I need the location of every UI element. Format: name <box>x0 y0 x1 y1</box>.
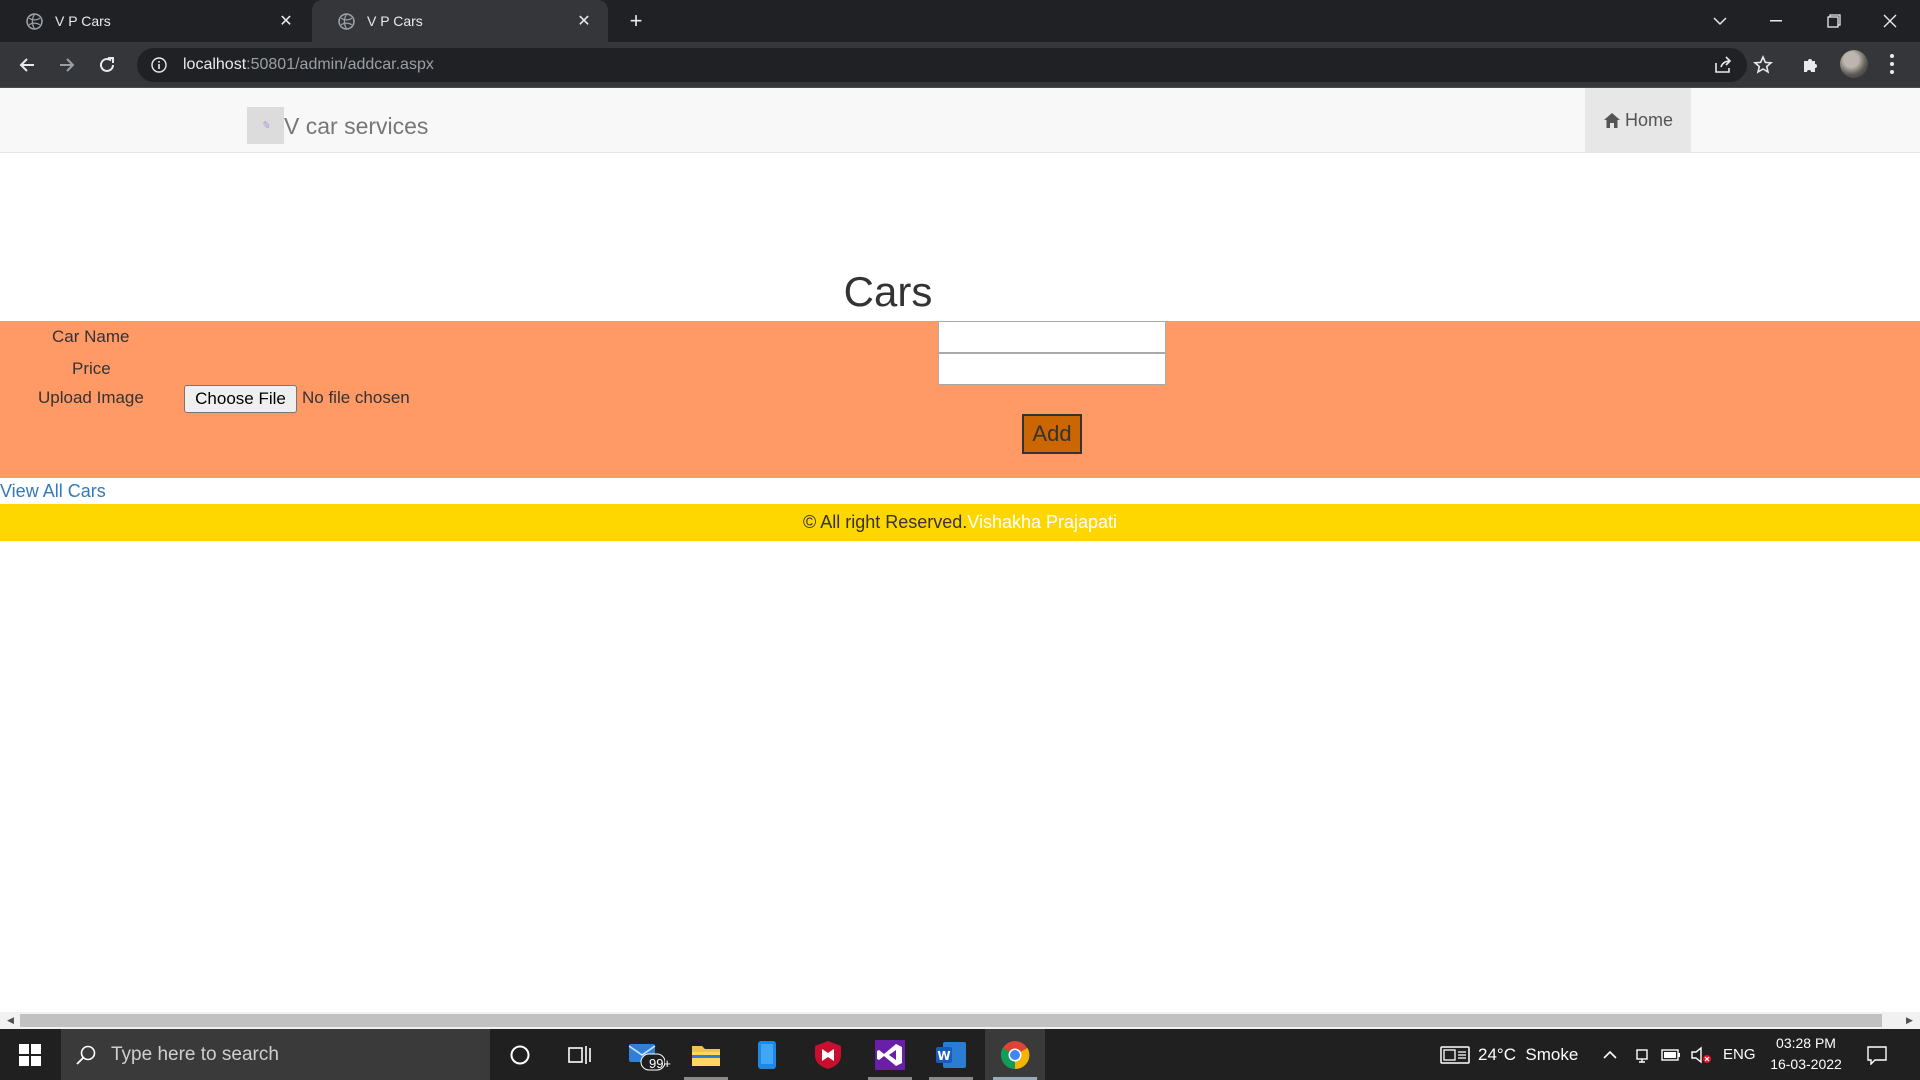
globe-icon <box>338 12 355 30</box>
price-input[interactable] <box>938 353 1166 385</box>
language-indicator[interactable]: ENG <box>1723 1029 1756 1080</box>
scroll-right-icon[interactable]: ▶ <box>1901 1012 1918 1029</box>
page-viewport: ✎ V car services Home Cars Car Name Pric… <box>0 88 1920 1012</box>
page-title: Cars <box>843 268 933 315</box>
forward-arrow-icon[interactable] <box>49 47 85 83</box>
horizontal-scrollbar[interactable]: ◀ ▶ <box>0 1012 1920 1029</box>
view-all-cars-link[interactable]: View All Cars <box>0 481 106 502</box>
visual-studio-icon[interactable] <box>860 1029 920 1080</box>
mail-icon[interactable]: 99+ <box>615 1029 675 1080</box>
close-window-icon[interactable] <box>1862 0 1918 42</box>
reload-icon[interactable] <box>89 47 125 83</box>
choose-file-button[interactable]: Choose File <box>184 385 297 413</box>
tab-title: V P Cars <box>55 13 111 29</box>
add-button[interactable]: Add <box>1022 414 1082 454</box>
url-text: localhost:50801/admin/addcar.aspx <box>183 56 434 74</box>
share-icon[interactable] <box>1709 51 1737 79</box>
weather-widget[interactable]: 24°C Smoke <box>1440 1029 1578 1080</box>
browser-toolbar: localhost:50801/admin/addcar.aspx <box>0 42 1920 88</box>
notifications-icon[interactable] <box>1866 1029 1888 1080</box>
mcafee-icon[interactable] <box>798 1029 858 1080</box>
chrome-icon[interactable] <box>985 1029 1045 1080</box>
browser-tab-bar: V P Cars ✕ V P Cars ✕ + <box>0 0 1920 42</box>
file-status-text: No file chosen <box>302 388 410 407</box>
new-tab-icon[interactable]: + <box>622 7 650 35</box>
svg-text:W: W <box>937 1049 950 1063</box>
upload-image-label: Upload Image <box>38 388 144 407</box>
brand-logo: ✎ <box>247 107 284 144</box>
brand-name: V car services <box>284 112 429 139</box>
profile-avatar[interactable] <box>1840 50 1868 78</box>
windows-start-icon[interactable] <box>0 1029 60 1080</box>
extensions-puzzle-icon[interactable] <box>1797 51 1825 79</box>
url-host: localhost <box>183 56 247 73</box>
network-icon[interactable] <box>1634 1029 1650 1080</box>
tray-overflow-icon[interactable] <box>1602 1029 1618 1080</box>
price-label: Price <box>72 359 111 378</box>
close-tab-icon[interactable]: ✕ <box>570 7 598 35</box>
add-car-form: Car Name Price Upload Image Choose File … <box>0 321 1920 478</box>
nav-home-link[interactable]: Home <box>1585 88 1691 152</box>
bookmark-star-icon[interactable] <box>1749 51 1777 79</box>
close-tab-icon[interactable]: ✕ <box>272 7 300 35</box>
home-icon <box>1603 112 1621 129</box>
site-footer: © All right Reserved.Vishakha Prajapati <box>0 504 1920 541</box>
task-view-icon[interactable] <box>550 1029 610 1080</box>
system-clock[interactable]: 03:28 PM 16-03-2022 <box>1762 1033 1850 1075</box>
volume-muted-icon[interactable] <box>1690 1029 1712 1080</box>
restore-icon[interactable] <box>1806 0 1862 42</box>
taskbar-search[interactable]: Type here to search <box>61 1029 490 1080</box>
mail-badge: 99+ <box>648 1056 672 1071</box>
footer-text: © All right Reserved.Vishakha Prajapati <box>0 512 1920 533</box>
minimize-icon[interactable] <box>1748 0 1804 42</box>
footer-copyright: © All right Reserved. <box>802 512 968 532</box>
battery-icon[interactable] <box>1661 1029 1681 1080</box>
address-bar[interactable]: localhost:50801/admin/addcar.aspx <box>137 48 1747 82</box>
footer-author: Vishakha Prajapati <box>967 512 1118 532</box>
browser-tab-active[interactable]: V P Cars ✕ <box>312 0 608 42</box>
tab-search-icon[interactable] <box>1692 0 1748 42</box>
globe-icon <box>26 12 43 30</box>
nav-home-label: Home <box>1624 109 1673 130</box>
browser-tab[interactable]: V P Cars ✕ <box>0 0 310 42</box>
car-name-input[interactable] <box>938 321 1166 353</box>
car-name-label: Car Name <box>52 327 130 346</box>
site-navbar: ✎ V car services Home <box>0 88 1920 153</box>
clock-time: 03:28 PM <box>1776 1035 1836 1051</box>
file-explorer-icon[interactable] <box>676 1029 736 1080</box>
tab-title: V P Cars <box>367 13 423 29</box>
browser-menu-icon[interactable] <box>1880 51 1904 77</box>
weather-text: 24°C Smoke <box>1478 1044 1579 1064</box>
phone-app-icon[interactable] <box>737 1029 797 1080</box>
cortana-icon[interactable] <box>490 1029 550 1080</box>
windows-taskbar: Type here to search 99+ W 24°C Smoke ENG… <box>0 1029 1920 1080</box>
brand-link[interactable]: ✎ V car services <box>247 107 428 144</box>
back-arrow-icon[interactable] <box>9 47 45 83</box>
weather-icon <box>1440 1045 1470 1065</box>
site-info-icon[interactable] <box>149 55 169 75</box>
word-icon[interactable]: W <box>921 1029 981 1080</box>
search-icon <box>75 1044 99 1066</box>
url-path: :50801/admin/addcar.aspx <box>246 56 434 73</box>
search-placeholder: Type here to search <box>111 1043 279 1065</box>
scrollbar-thumb[interactable] <box>20 1014 1882 1027</box>
scroll-left-icon[interactable]: ◀ <box>2 1012 19 1029</box>
clock-date: 16-03-2022 <box>1770 1056 1842 1072</box>
